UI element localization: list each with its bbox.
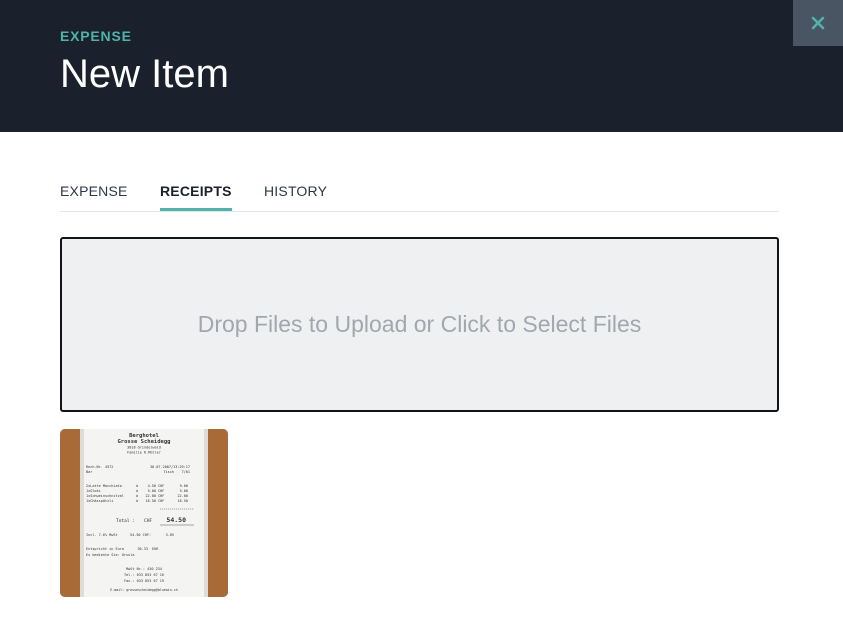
receipt-line: 4.50	[148, 484, 156, 488]
receipt-line: Bar	[86, 470, 92, 474]
receipt-line: 7/01	[182, 470, 190, 474]
receipt-line: 22.00	[177, 494, 188, 498]
receipt-line: 3.85	[166, 533, 174, 537]
dropzone-label: Drop Files to Upload or Click to Select …	[197, 311, 642, 337]
receipt-line: 1xSchweinschnitzel	[86, 494, 124, 498]
modal-header: EXPENSE New Item	[0, 0, 843, 132]
receipt-line: 36.33	[137, 547, 148, 551]
receipt-line: Incl. 7.6% MwSt	[86, 533, 118, 537]
receipt-line: Es bediente Sie: Ursula	[86, 553, 134, 557]
receipt-line: à	[136, 484, 138, 488]
receipt-image: Berghotel Grosse Scheidegg 3818 Grindelw…	[60, 429, 228, 597]
receipt-line: 18.50	[177, 499, 188, 503]
receipt-line: à	[136, 494, 138, 498]
receipt-line: Fax.: 033 853 67 19	[124, 579, 164, 583]
tab-expense[interactable]: EXPENSE	[60, 178, 128, 211]
receipt-line: 2xLatte Macchiato	[86, 484, 122, 488]
file-dropzone[interactable]: Drop Files to Upload or Click to Select …	[60, 237, 779, 412]
receipt-line: Familie R.Müller	[127, 451, 161, 455]
receipt-line: 9.00	[180, 484, 188, 488]
receipt-thumbnail[interactable]: Berghotel Grosse Scheidegg 3818 Grindelw…	[60, 429, 228, 597]
close-icon	[811, 16, 825, 30]
receipt-line: Total :	[116, 518, 135, 524]
receipt-line: 5.00	[180, 489, 188, 493]
receipt-line: 1xChässpätzli	[86, 499, 113, 503]
tab-bar: EXPENSE RECEIPTS HISTORY	[60, 178, 779, 212]
receipt-line: CHF	[158, 489, 164, 493]
tab-receipts[interactable]: RECEIPTS	[160, 178, 232, 211]
receipt-line: CHF	[144, 518, 152, 524]
header-eyebrow: EXPENSE	[60, 28, 132, 44]
receipt-line: 18.50	[145, 499, 156, 503]
receipt-line: CHF	[158, 484, 164, 488]
receipt-line: E-mail: grossescheidegg@bluewin.ch	[110, 588, 178, 592]
receipt-line: 5.00	[148, 489, 156, 493]
receipt-line: 3818 Grindelwald	[127, 446, 161, 450]
receipt-line: 54.50	[166, 516, 186, 524]
receipt-line: CHF	[158, 494, 164, 498]
receipt-line: 22.00	[145, 494, 156, 498]
receipt-line: Entspricht in Euro	[86, 547, 124, 551]
tab-history[interactable]: HISTORY	[264, 178, 327, 211]
receipt-line: 1xGloki	[86, 489, 101, 493]
receipt-line: 54.50 CHF:	[130, 533, 151, 537]
receipt-line: Grosse Scheidegg	[118, 439, 171, 445]
receipt-line: EUR	[152, 547, 159, 551]
page-title: New Item	[60, 52, 229, 96]
close-button[interactable]	[793, 0, 843, 46]
receipt-line: à	[136, 499, 138, 503]
receipt-line: CHF	[158, 499, 164, 503]
receipt-line: Rech.Nr. 4572	[86, 465, 113, 469]
receipt-line: MwSt Nr.: 430 234	[126, 567, 162, 571]
receipt-line: à	[136, 489, 138, 493]
receipt-line: 30.07.2007/13:29:17	[150, 465, 190, 469]
receipt-line: Tel.: 033 853 67 16	[124, 573, 164, 577]
receipt-line: Tisch	[163, 470, 174, 474]
